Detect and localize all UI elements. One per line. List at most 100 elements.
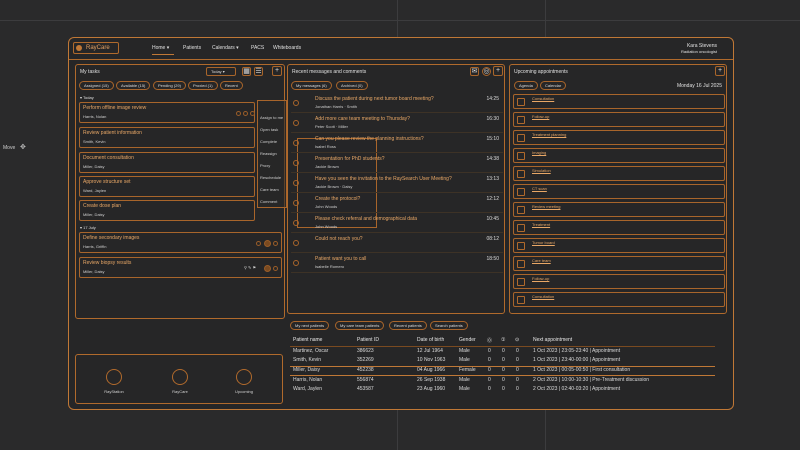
nav-patients[interactable]: Patients	[183, 45, 201, 51]
cell-next: 1 Oct 2023 | 23:05-23:40 | Appointment	[533, 348, 621, 354]
message-item[interactable]: Patient want you to call Isabelle Romero…	[291, 254, 503, 273]
context-item[interactable]: Complete	[260, 139, 277, 144]
appointment-item[interactable]: Tumor board	[513, 238, 725, 253]
message-item[interactable]: Could not reach you? 08:12	[291, 234, 503, 253]
tasks-calendar-button[interactable]: ▦	[242, 67, 251, 76]
message-item[interactable]: Discuss the patient during next tumor bo…	[291, 94, 503, 113]
table-row[interactable]: Martinez, Oscar 386623 12 Jul 1964 Male …	[287, 348, 717, 357]
appointment-item[interactable]: CT scan	[513, 184, 725, 199]
cell-id: 352269	[357, 357, 374, 363]
col-icon-b[interactable]: ①	[501, 337, 505, 343]
appointments-title: Upcoming appointments	[514, 69, 568, 75]
message-item[interactable]: Can you please review the planning instr…	[291, 134, 503, 153]
task-item[interactable]: Create dose plan Miller, Daisy	[79, 200, 255, 221]
nav-whiteboards[interactable]: Whiteboards	[273, 45, 301, 51]
cell-gender: Male	[459, 377, 470, 383]
message-check-icon[interactable]	[293, 180, 299, 186]
cell-b: 0	[502, 377, 505, 383]
messages-add-button[interactable]: +	[493, 66, 503, 76]
appointment-item[interactable]: Simulation	[513, 166, 725, 181]
appointment-item[interactable]: Review meeting	[513, 202, 725, 217]
tasks-tab-recent[interactable]: Recent	[220, 81, 243, 90]
message-check-icon[interactable]	[293, 100, 299, 106]
table-row[interactable]: Ward, Jaylen 453587 23 Aug 1960 Male 0 0…	[287, 386, 717, 395]
appointment-item[interactable]: Consultation	[513, 292, 725, 307]
calendar-icon	[517, 170, 525, 178]
context-menu: Assign to me Open task Complete Reassign…	[257, 100, 287, 208]
message-item[interactable]: Please check referral and demographical …	[291, 214, 503, 233]
col-icon-c[interactable]: ⊙	[515, 337, 519, 343]
message-check-icon[interactable]	[293, 160, 299, 166]
patients-filter-next[interactable]: My next patients	[290, 321, 330, 330]
message-check-icon[interactable]	[293, 140, 299, 146]
context-item[interactable]: Assign to me	[260, 115, 283, 120]
tasks-tab-proxied[interactable]: Proxied (1)	[188, 81, 218, 90]
patients-filter-search[interactable]: Search patients	[430, 321, 468, 330]
task-item[interactable]: Review biopsy results Miller, Daisy ⚲ ✎ …	[79, 257, 282, 278]
col-icon-a[interactable]: ⓪	[487, 337, 492, 344]
appointment-item[interactable]: Follow-up	[513, 112, 725, 127]
appointments-tab-agenda[interactable]: Agenda	[514, 81, 538, 90]
tasks-tab-pending[interactable]: Pending (29)	[153, 81, 186, 90]
mail-icon[interactable]: ✉	[470, 67, 479, 76]
user-info[interactable]: Kara Stevens Radiation oncologist	[681, 43, 717, 55]
context-item[interactable]: Open task	[260, 127, 278, 132]
upcoming-launch-icon[interactable]	[236, 369, 252, 385]
message-check-icon[interactable]	[293, 220, 299, 226]
context-item[interactable]: Proxy	[260, 163, 270, 168]
col-dob[interactable]: Date of birth	[417, 337, 444, 343]
raystation-launch-icon[interactable]	[106, 369, 122, 385]
col-next-appointment[interactable]: Next appointment	[533, 337, 572, 343]
table-row[interactable]: Harris, Nolan 556874 26 Sep 1938 Male 0 …	[287, 377, 717, 386]
tasks-group-today[interactable]: ▾ Today	[80, 95, 94, 100]
messages-tab-archived[interactable]: Archived (0)	[336, 81, 368, 90]
table-row[interactable]: Smith, Kevin 352269 10 Nov 1963 Male 0 0…	[287, 357, 717, 366]
appointment-item[interactable]: Treatment	[513, 220, 725, 235]
appointment-item[interactable]: Consultation	[513, 94, 725, 109]
messages-tab-my[interactable]: My messages (6)	[291, 81, 332, 90]
appointments-add-button[interactable]: +	[715, 66, 725, 76]
nav-pacs[interactable]: PACS	[251, 45, 264, 51]
message-item[interactable]: Presentation for PhD students? Jackie Br…	[291, 154, 503, 173]
task-item[interactable]: Approve structure set Ward, Jaylen	[79, 176, 255, 197]
tasks-add-button[interactable]: +	[272, 66, 282, 76]
raycare-launch-icon[interactable]	[172, 369, 188, 385]
cell-name: Martinez, Oscar	[293, 348, 329, 354]
task-item[interactable]: Review patient information Smith, Kevin	[79, 127, 255, 148]
nav-home[interactable]: Home ▾	[152, 45, 169, 51]
move-icon[interactable]: ✥	[20, 143, 26, 151]
col-patient-name[interactable]: Patient name	[293, 337, 322, 343]
message-item[interactable]: Add more care team meeting to Thursday? …	[291, 114, 503, 133]
message-check-icon[interactable]	[293, 200, 299, 206]
tasks-tab-assigned[interactable]: Assigned (15)	[79, 81, 114, 90]
task-item[interactable]: Perform offline image review Harris, Nol…	[79, 102, 255, 123]
message-item[interactable]: Have you seen the invitation to the RayS…	[291, 174, 503, 193]
tasks-tab-available[interactable]: Available (15)	[116, 81, 151, 90]
context-item[interactable]: Care team	[260, 187, 279, 192]
task-item[interactable]: Document consultation Miller, Daisy	[79, 152, 255, 173]
app-logo[interactable]: RayCare	[73, 42, 119, 54]
table-row-selected[interactable]: Miller, Daisy 452238 04 Aug 1966 Female …	[290, 366, 715, 376]
tasks-filter-select[interactable]: Today ▾	[206, 67, 236, 76]
context-item[interactable]: Reassign	[260, 151, 277, 156]
col-gender[interactable]: Gender	[459, 337, 476, 343]
patients-filter-recent[interactable]: Recent patients	[389, 321, 427, 330]
context-item[interactable]: Reschedule	[260, 175, 281, 180]
message-item[interactable]: Create the protocol? John Woods 12:12	[291, 194, 503, 213]
appointment-item[interactable]: Follow-up	[513, 274, 725, 289]
message-check-icon[interactable]	[293, 240, 299, 246]
message-check-icon[interactable]	[293, 260, 299, 266]
col-patient-id[interactable]: Patient ID	[357, 337, 379, 343]
filter-icon[interactable]: ◎	[482, 67, 491, 76]
appointment-item[interactable]: Treatment planning	[513, 130, 725, 145]
tasks-list-button[interactable]: ☰	[254, 67, 263, 76]
task-item[interactable]: Define secondary images Harris, Griffin	[79, 232, 282, 253]
context-item[interactable]: Comment	[260, 199, 277, 204]
nav-calendars[interactable]: Calendars ▾	[212, 45, 239, 51]
message-check-icon[interactable]	[293, 120, 299, 126]
patients-filter-careteam[interactable]: My care team patients	[335, 321, 385, 330]
appointment-item[interactable]: Imaging	[513, 148, 725, 163]
appointments-tab-calendar[interactable]: Calendar	[540, 81, 567, 90]
tasks-group-july[interactable]: ▾ 17 July	[80, 225, 96, 230]
appointment-item[interactable]: Care team	[513, 256, 725, 271]
